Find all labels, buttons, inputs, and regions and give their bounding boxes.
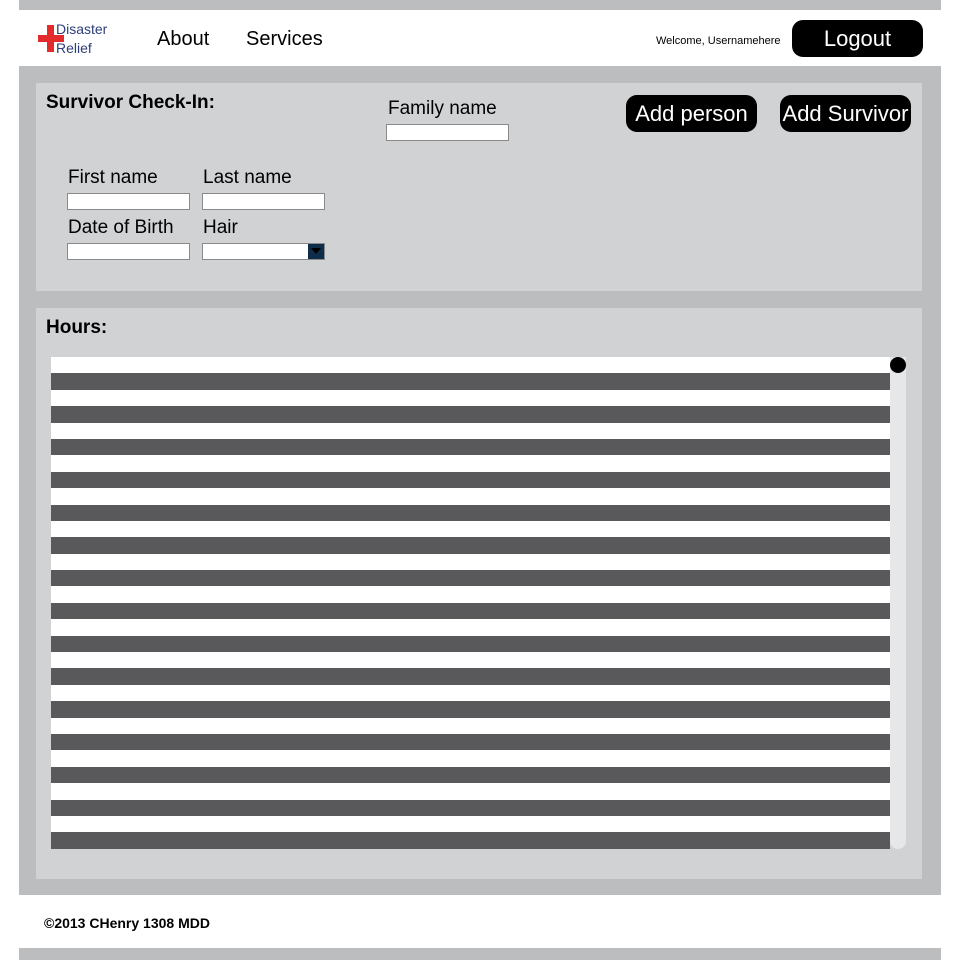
hours-title: Hours:: [46, 317, 108, 338]
list-row[interactable]: [51, 553, 890, 571]
list-row[interactable]: [51, 537, 890, 554]
list-row[interactable]: [51, 652, 890, 669]
welcome-text: Welcome, Usernamehere: [656, 35, 781, 47]
add-person-button[interactable]: Add person: [626, 95, 757, 132]
list-row[interactable]: [51, 619, 890, 636]
list-row[interactable]: [51, 783, 890, 800]
hair-select[interactable]: [202, 243, 325, 260]
list-row[interactable]: [51, 422, 890, 439]
list-row[interactable]: [51, 684, 890, 702]
list-row[interactable]: [51, 799, 890, 816]
list-row[interactable]: [51, 766, 890, 784]
family-name-input[interactable]: [386, 124, 509, 141]
list-row[interactable]: [51, 815, 890, 833]
list-row[interactable]: [51, 389, 890, 407]
last-name-label: Last name: [203, 167, 292, 188]
first-name-label: First name: [68, 167, 158, 188]
list-row[interactable]: [51, 586, 890, 603]
list-row[interactable]: [51, 750, 890, 767]
family-name-label: Family name: [388, 98, 497, 119]
logo-text-line1: Disaster: [56, 21, 108, 37]
first-name-input[interactable]: [67, 193, 190, 210]
logo-text-line2: Relief: [56, 40, 92, 56]
list-row[interactable]: [51, 701, 890, 718]
list-row[interactable]: [51, 357, 890, 374]
list-row[interactable]: [51, 520, 890, 538]
top-border: [19, 0, 941, 10]
list-row[interactable]: [51, 570, 890, 587]
list-row[interactable]: [51, 602, 890, 620]
list-row[interactable]: [51, 488, 890, 505]
list-row[interactable]: [51, 717, 890, 734]
list-row[interactable]: [51, 733, 890, 751]
list-row[interactable]: [51, 635, 890, 653]
list-row[interactable]: [51, 373, 890, 390]
hours-list[interactable]: [51, 357, 890, 849]
scrollbar-thumb[interactable]: [890, 357, 906, 373]
nav-services[interactable]: Services: [246, 28, 323, 51]
hair-label: Hair: [203, 217, 238, 238]
dob-input[interactable]: [67, 243, 190, 260]
logout-button[interactable]: Logout: [792, 20, 923, 57]
nav-about[interactable]: About: [157, 28, 209, 51]
logo[interactable]: Disaster Relief: [38, 20, 118, 60]
list-row[interactable]: [51, 504, 890, 521]
list-row[interactable]: [51, 832, 890, 849]
bottom-border: [19, 948, 941, 960]
footer-copyright: ©2013 CHenry 1308 MDD: [44, 915, 210, 931]
list-row[interactable]: [51, 668, 890, 685]
add-survivor-button[interactable]: Add Survivor: [780, 95, 911, 132]
checkin-title: Survivor Check-In:: [46, 92, 215, 113]
list-row[interactable]: [51, 406, 890, 423]
list-row[interactable]: [51, 471, 890, 489]
list-row[interactable]: [51, 455, 890, 472]
last-name-input[interactable]: [202, 193, 325, 210]
chevron-down-icon[interactable]: [308, 244, 324, 259]
scrollbar-track[interactable]: [890, 357, 906, 849]
dob-label: Date of Birth: [68, 217, 174, 238]
list-row[interactable]: [51, 438, 890, 456]
